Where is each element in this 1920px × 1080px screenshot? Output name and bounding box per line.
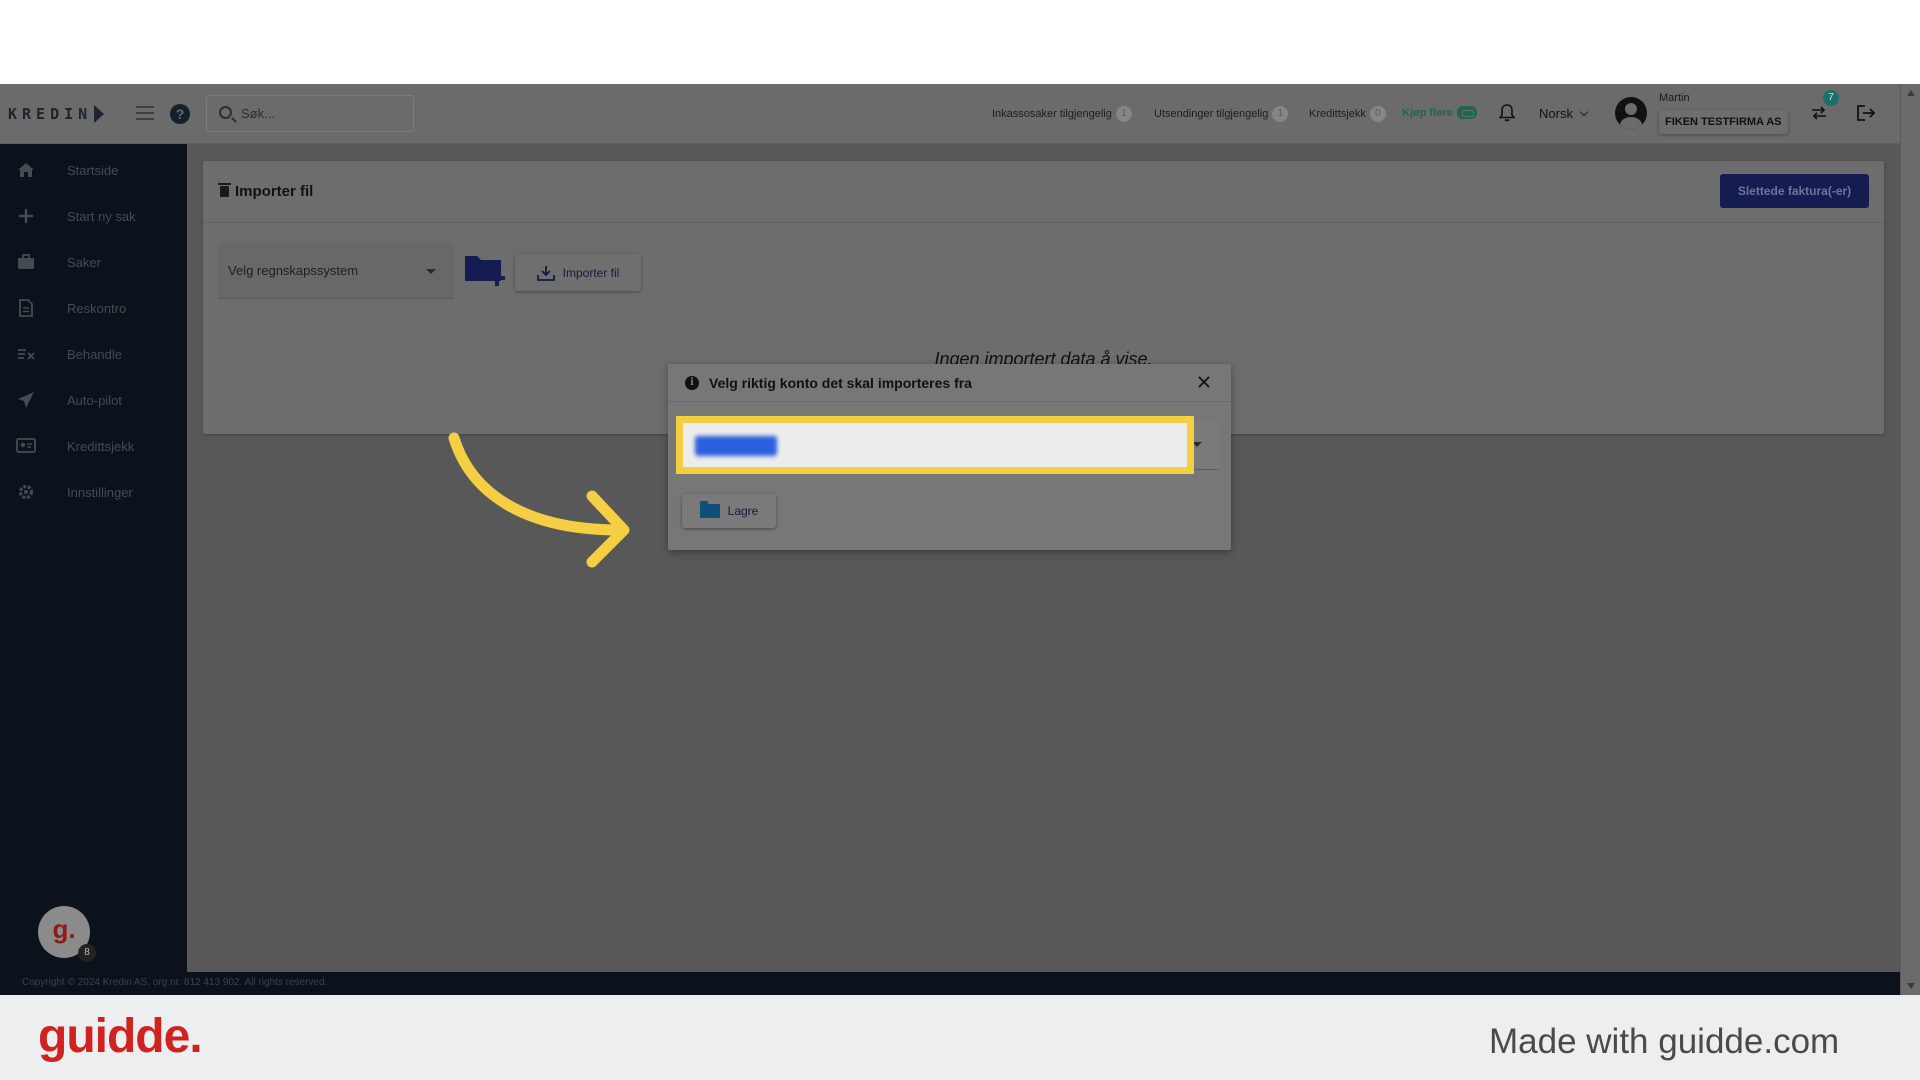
user-avatar-icon[interactable] (1615, 97, 1647, 129)
dialog-title: Velg riktig konto det skal importeres fr… (709, 375, 972, 391)
language-selector[interactable]: Norsk (1539, 106, 1589, 121)
bell-icon[interactable] (1499, 104, 1515, 122)
menu-toggle-icon[interactable] (136, 106, 154, 120)
info-icon: i (685, 376, 699, 390)
language-label: Norsk (1539, 106, 1573, 121)
buy-more-link[interactable]: Kjøp flere (1402, 106, 1477, 119)
accounting-system-select[interactable]: Velg regnskapssystem (218, 243, 454, 299)
select-account-dialog: i Velg riktig konto det skal importeres … (668, 364, 1231, 550)
id-card-icon (16, 438, 36, 453)
guidde-avatar-badge: 8 (78, 944, 96, 962)
kredin-logo[interactable]: KREDIN (8, 102, 105, 126)
sidebar-item-label: Startside (67, 162, 119, 178)
sidebar-item-startside[interactable]: Startside (0, 150, 187, 190)
sidebar-item-label: Saker (67, 254, 101, 270)
download-icon (536, 265, 555, 281)
sidebar-item-kredittsjekk[interactable]: Kredittsjekk (0, 426, 187, 466)
quota-cases: Inkassosaker tilgjengelig 1 (992, 106, 1132, 122)
scroll-down-icon[interactable] (1907, 983, 1915, 989)
buy-more-label: Kjøp flere (1402, 106, 1453, 119)
quota-cases-count: 1 (1115, 106, 1132, 122)
page-title-text: Importer fil (235, 183, 314, 200)
user-name: Martin (1659, 92, 1690, 104)
highlighted-account-field[interactable] (676, 416, 1194, 474)
quota-credit-checks: Kredittsjekk 0 (1309, 106, 1386, 122)
made-with-text: Made with guidde.com (1489, 1022, 1840, 1061)
sidebar-item-behandle[interactable]: Behandle (0, 334, 187, 374)
sidebar-item-label: Innstillinger (67, 484, 133, 500)
sidebar-item-saker[interactable]: Saker (0, 242, 187, 282)
guidde-logo: guidde. (38, 1010, 203, 1063)
quota-mailings-label: Utsendinger tilgjengelig (1154, 108, 1269, 120)
gear-icon (18, 484, 34, 500)
quota-credit-checks-count: 0 (1369, 106, 1386, 122)
help-icon[interactable]: ? (170, 104, 190, 124)
sidebar-item-reskontro[interactable]: Reskontro (0, 288, 187, 328)
top-bar: KREDIN ? Inkassosaker tilgjengelig 1 Uts… (0, 84, 1900, 144)
search-icon (219, 106, 232, 119)
folder-add-icon[interactable] (464, 251, 506, 287)
sidebar-item-innstillinger[interactable]: Innstillinger (0, 472, 187, 512)
dialog-header: i Velg riktig konto det skal importeres … (668, 364, 1231, 402)
accounting-system-label: Velg regnskapssystem (228, 263, 359, 278)
sidebar-item-start-ny-sak[interactable]: Start ny sak (0, 196, 187, 236)
folder-icon (699, 501, 720, 518)
quota-credit-checks-label: Kredittsjekk (1309, 108, 1366, 120)
sidebar-item-label: Kredittsjekk (67, 438, 135, 454)
vertical-scrollbar[interactable] (1900, 84, 1920, 995)
branding-bar: guidde. Made with guidde.com (0, 995, 1920, 1080)
quota-mailings: Utsendinger tilgjengelig 1 (1154, 106, 1289, 122)
quota-cases-label: Inkassosaker tilgjengelig (992, 108, 1112, 120)
import-file-label: Importer fil (562, 265, 620, 280)
deleted-invoices-button[interactable]: Slettede faktura(-er) (1720, 174, 1869, 208)
copyright-text: Copyright © 2024 Kredin AS, org.nr. 812 … (22, 977, 328, 988)
briefcase-icon (18, 254, 34, 269)
switch-arrows-icon[interactable] (1810, 104, 1828, 122)
save-button[interactable]: Lagre (682, 494, 776, 528)
sidebar-item-label: Start ny sak (67, 208, 136, 224)
quota-mailings-count: 1 (1272, 106, 1289, 122)
company-selector[interactable]: FIKEN TESTFIRMA AS (1659, 110, 1788, 134)
search-input[interactable] (241, 106, 401, 121)
save-button-label: Lagre (727, 504, 759, 518)
sidebar-item-auto-pilot[interactable]: Auto-pilot (0, 380, 187, 420)
import-file-button[interactable]: Importer fil (515, 254, 641, 291)
trash-icon (218, 183, 231, 197)
sidebar-item-label: Behandle (67, 346, 122, 362)
plus-icon (19, 209, 33, 223)
airplane-icon (18, 392, 34, 408)
search-box[interactable] (206, 95, 414, 132)
logout-icon[interactable] (1856, 104, 1876, 122)
switch-badge: 7 (1823, 90, 1839, 106)
checklist-icon (18, 349, 35, 360)
guide-arrow-icon (448, 432, 630, 568)
home-icon (18, 163, 34, 177)
card-header: Importer fil Slettede faktura(-er) (203, 161, 1884, 223)
page-title: Importer fil (218, 183, 314, 200)
caret-down-icon (426, 269, 436, 274)
logo-arrow-icon (94, 105, 105, 123)
footer-bar: Copyright © 2024 Kredin AS, org.nr. 812 … (0, 972, 1900, 995)
sidebar-item-label: Auto-pilot (67, 392, 122, 408)
document-icon (19, 299, 33, 317)
logo-text: KREDIN (8, 105, 93, 123)
sidebar-item-label: Reskontro (67, 300, 127, 316)
sidebar: Startside Start ny sak Saker Reskontro B… (0, 144, 187, 972)
scroll-up-icon[interactable] (1907, 90, 1915, 96)
top-margin (0, 0, 1920, 84)
chevron-down-icon (1579, 107, 1589, 117)
ticket-icon (1456, 106, 1477, 119)
blurred-account-value (695, 436, 777, 456)
close-icon[interactable] (1196, 374, 1212, 390)
